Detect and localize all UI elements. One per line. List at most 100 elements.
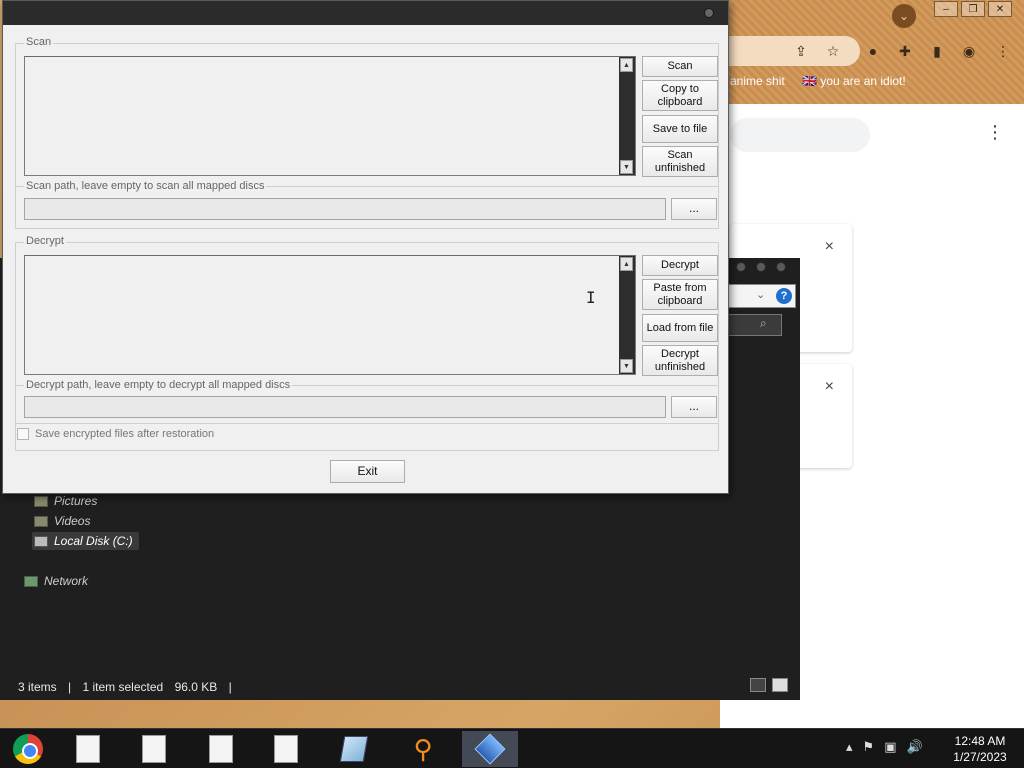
save-encrypted-checkbox[interactable]: [17, 428, 29, 440]
chevron-down-icon[interactable]: ⌄: [756, 288, 765, 301]
taskbar-document[interactable]: [60, 731, 116, 767]
restore-icon[interactable]: ❐: [961, 1, 985, 17]
close-icon[interactable]: ✕: [988, 1, 1012, 17]
scan-results-scrollbar[interactable]: ▲ ▼: [619, 57, 635, 175]
extensions-icon[interactable]: ✚: [896, 42, 914, 60]
decrypt-input-scrollbar[interactable]: ▲ ▼: [619, 256, 635, 374]
notepad-icon: [339, 736, 369, 762]
copy-to-clipboard-button[interactable]: Copy to clipboard: [642, 80, 718, 111]
maximize-icon[interactable]: [756, 262, 766, 272]
page-menu-icon[interactable]: ⋮: [986, 122, 1004, 143]
taskbar-decryptor[interactable]: [462, 731, 518, 767]
explorer-search-input[interactable]: [728, 314, 782, 336]
status-bar: 3 items | 1 item selected 96.0 KB |: [18, 680, 232, 694]
scan-path-browse-button[interactable]: ...: [671, 198, 717, 220]
nav-item-videos[interactable]: Videos: [34, 514, 90, 528]
star-icon[interactable]: ☆: [824, 42, 842, 60]
save-encrypted-label: Save encrypted files after restoration: [35, 428, 215, 440]
load-from-file-button[interactable]: Load from file: [642, 314, 718, 342]
profile-icon[interactable]: ◉: [960, 42, 978, 60]
help-icon[interactable]: ?: [776, 288, 792, 304]
decrypt-unfinished-button[interactable]: Decrypt unfinished: [642, 345, 718, 376]
browser-toolbar: ⌄ – ❐ ✕ ⇪ ☆ ● ✚ ▮ ◉ ⋮ h anime shit 🇬🇧 yo…: [720, 0, 1024, 104]
extension-badge-icon[interactable]: ●: [864, 42, 882, 60]
scan-unfinished-button[interactable]: Scan unfinished: [642, 146, 718, 177]
scan-group-legend: Scan: [24, 36, 54, 48]
sidebar-icon[interactable]: ▮: [928, 42, 946, 60]
chrome-icon: [13, 734, 43, 764]
view-toggle: [750, 678, 788, 692]
pictures-icon: [34, 495, 48, 507]
decrypt-path-browse-button[interactable]: ...: [671, 396, 717, 418]
dialog-title-bar[interactable]: [3, 1, 728, 25]
large-icons-view-icon[interactable]: [772, 678, 788, 692]
close-icon[interactable]: [704, 8, 714, 18]
nav-item-pictures[interactable]: Pictures: [34, 494, 97, 508]
taskbar-chrome[interactable]: [0, 731, 56, 767]
search-icon[interactable]: ⌕: [760, 316, 767, 331]
bookmark-item[interactable]: 🇬🇧 you are an idiot!: [802, 74, 906, 88]
bookmark-item[interactable]: h anime shit: [720, 74, 785, 88]
scroll-down-icon[interactable]: ▼: [620, 160, 633, 174]
scan-path-input[interactable]: [24, 198, 666, 220]
share-icon[interactable]: ⇪: [792, 42, 810, 60]
document-icon: [76, 735, 100, 763]
nav-item-label: Videos: [54, 514, 91, 528]
details-view-icon[interactable]: [750, 678, 766, 692]
browser-window-controls: – ❐ ✕: [934, 1, 1012, 17]
decryptor-dialog: Scan ▲ ▼ Scan Copy to clipboard Save to …: [2, 0, 729, 494]
bookmarks-bar: h anime shit 🇬🇧 you are an idiot!: [720, 74, 920, 88]
close-icon[interactable]: ×: [825, 238, 834, 256]
explorer-window-controls: [736, 262, 786, 272]
exit-button[interactable]: Exit: [330, 460, 405, 483]
scroll-down-icon[interactable]: ▼: [620, 359, 633, 373]
save-encrypted-option[interactable]: Save encrypted files after restoration: [17, 428, 214, 440]
scan-path-label: Scan path, leave empty to scan all mappe…: [24, 180, 267, 192]
network-tray-icon[interactable]: ▣: [884, 739, 896, 755]
scan-results-textarea[interactable]: ▲ ▼: [24, 56, 636, 176]
scan-button[interactable]: Scan: [642, 56, 718, 77]
document-icon: [142, 735, 166, 763]
nav-item-network[interactable]: Network: [24, 574, 88, 588]
document-icon: [274, 735, 298, 763]
item-count: 3 items: [18, 680, 57, 694]
clock-time: 12:48 AM: [954, 734, 1006, 748]
text-cursor-icon: I: [586, 288, 596, 307]
taskbar-notepad[interactable]: [326, 731, 382, 767]
show-hidden-icons-icon[interactable]: ▴: [846, 739, 853, 755]
taskbar-document[interactable]: [126, 731, 182, 767]
scroll-up-icon[interactable]: ▲: [620, 257, 633, 271]
selection-count: 1 item selected: [82, 680, 164, 694]
minimize-icon[interactable]: –: [934, 1, 958, 17]
drive-icon: [34, 535, 48, 547]
scroll-up-icon[interactable]: ▲: [620, 58, 633, 72]
decrypt-path-input[interactable]: [24, 396, 666, 418]
decrypt-path-label: Decrypt path, leave empty to decrypt all…: [24, 379, 293, 391]
nav-item-local-disk[interactable]: Local Disk (C:): [32, 532, 139, 550]
taskbar: ⚲ ▴ ⚑ ▣ 🔊 12:48 AM 1/27/2023: [0, 728, 1024, 768]
decryptor-icon: [474, 733, 506, 765]
scan-group: Scan ▲ ▼ Scan Copy to clipboard Save to …: [15, 36, 719, 229]
decrypt-group-legend: Decrypt: [24, 235, 66, 247]
nav-item-label: Pictures: [54, 494, 98, 508]
close-icon[interactable]: [776, 262, 786, 272]
close-icon[interactable]: ×: [825, 378, 834, 396]
taskbar-clock[interactable]: 12:48 AM 1/27/2023: [940, 733, 1020, 765]
taskbar-document[interactable]: [193, 731, 249, 767]
system-tray: ▴ ⚑ ▣ 🔊: [846, 739, 923, 755]
save-to-file-button[interactable]: Save to file: [642, 115, 718, 143]
tab-search-icon[interactable]: ⌄: [892, 4, 916, 28]
minimize-icon[interactable]: [736, 262, 746, 272]
clock-date: 1/27/2023: [953, 750, 1007, 764]
paste-from-clipboard-button[interactable]: Paste from clipboard: [642, 279, 718, 310]
volume-icon[interactable]: 🔊: [906, 739, 922, 755]
menu-icon[interactable]: ⋮: [994, 42, 1012, 60]
nav-item-label: Local Disk (C:): [54, 534, 133, 548]
search-pill[interactable]: [730, 118, 870, 152]
decrypt-input-textarea[interactable]: ▲ ▼: [24, 255, 636, 375]
flag-icon[interactable]: ⚑: [863, 739, 875, 755]
taskbar-search-app[interactable]: ⚲: [395, 731, 451, 767]
decrypt-button[interactable]: Decrypt: [642, 255, 718, 276]
taskbar-document[interactable]: [258, 731, 314, 767]
nav-item-label: Network: [44, 574, 89, 588]
